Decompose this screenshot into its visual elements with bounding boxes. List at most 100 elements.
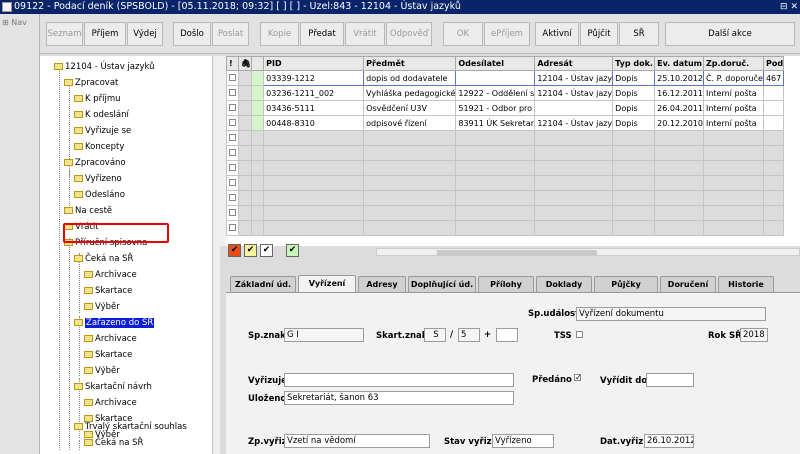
col-header-pid[interactable]: PID: [263, 56, 365, 71]
vratit-button[interactable]: Vrátit: [345, 22, 385, 46]
row-checkbox-cell[interactable]: [226, 145, 239, 161]
table-cell-pid[interactable]: [263, 160, 365, 176]
tree-root[interactable]: 12104 - Ústav jazyků: [54, 61, 155, 74]
flag-green-checkbox[interactable]: ✔: [286, 244, 299, 257]
dalsi-akce-button[interactable]: Další akce: [665, 22, 795, 46]
row-checkbox[interactable]: [229, 133, 236, 141]
table-cell-adresat[interactable]: [534, 100, 614, 116]
table-cell-pod[interactable]: [762, 85, 785, 101]
tree-item-skartace[interactable]: Skartace: [84, 285, 132, 298]
tab-adresy[interactable]: Adresy: [358, 276, 406, 292]
table-cell-zp-doruc[interactable]: [702, 145, 764, 161]
table-cell-predmet[interactable]: odpisové řízení: [363, 115, 457, 131]
col-header-ev-datum[interactable]: Ev. datum: [654, 56, 704, 71]
row-checkbox-cell[interactable]: [226, 130, 239, 146]
dat-vyriz-field[interactable]: 26.10.2012: [644, 434, 694, 448]
table-cell-odesilatel[interactable]: [455, 205, 536, 221]
table-row[interactable]: [226, 145, 785, 161]
vyridit-do-field[interactable]: [646, 373, 694, 387]
table-cell-pod[interactable]: [762, 175, 785, 191]
table-cell-adresat[interactable]: 12104 - Ústav jazy: [534, 85, 614, 101]
flag-yellow-checkbox[interactable]: ✔: [244, 244, 257, 257]
table-cell-odesilatel[interactable]: [455, 130, 536, 146]
row-checkbox-cell[interactable]: [226, 85, 239, 101]
table-cell-ev-datum[interactable]: 26.04.2011: [654, 100, 704, 116]
table-cell-typ[interactable]: [612, 175, 656, 191]
table-cell-odesilatel[interactable]: [455, 190, 536, 206]
ok-button[interactable]: OK: [443, 22, 483, 46]
table-cell-adresat[interactable]: [534, 190, 614, 206]
row-checkbox[interactable]: [229, 73, 236, 81]
row-checkbox-cell[interactable]: [226, 220, 239, 236]
table-cell-typ[interactable]: [612, 190, 656, 206]
col-header-adresat[interactable]: Adresát: [534, 56, 614, 71]
table-cell-predmet[interactable]: [363, 220, 457, 236]
table-cell-ev-datum[interactable]: [654, 220, 704, 236]
table-row[interactable]: 00448-8310 odpisové řízení 83911 ÚK Sekret…: [226, 115, 785, 131]
rok-sr-field[interactable]: 2018: [740, 328, 768, 342]
row-checkbox-cell[interactable]: [226, 100, 239, 116]
table-cell-ev-datum[interactable]: [654, 205, 704, 221]
poslat-button[interactable]: Poslat: [212, 22, 249, 46]
table-cell-zp-doruc[interactable]: Č. P. doporuče: [702, 70, 764, 86]
skart-znak-field[interactable]: S: [424, 328, 446, 342]
skart-lhuta-field[interactable]: 5: [458, 328, 480, 342]
predat-button[interactable]: Předat: [300, 22, 344, 46]
col-header-zp-doruc[interactable]: Zp.doruč.: [702, 56, 764, 71]
table-cell-odesilatel[interactable]: [455, 70, 536, 86]
table-cell-predmet[interactable]: [363, 160, 457, 176]
table-cell-predmet[interactable]: Osvědčení U3V: [363, 100, 457, 116]
tab-prilohy[interactable]: Přílohy: [478, 276, 534, 292]
table-cell-pod[interactable]: [762, 100, 785, 116]
nav-toggle[interactable]: ⊞ Nav: [2, 18, 27, 27]
tree-item-k-prijmu[interactable]: K příjmu: [74, 93, 121, 106]
table-cell-typ[interactable]: [612, 145, 656, 161]
vydej-button[interactable]: Výdej: [127, 22, 163, 46]
row-checkbox[interactable]: [229, 193, 236, 201]
table-cell-adresat[interactable]: [534, 160, 614, 176]
grid-vertical-scrollbar[interactable]: [218, 56, 226, 246]
table-row[interactable]: 03236-1211_002 Vyhláška pedagogické 12922 …: [226, 85, 785, 101]
table-cell-pod[interactable]: [762, 160, 785, 176]
seznam-button[interactable]: Seznam: [46, 22, 83, 46]
kopie-button[interactable]: Kopie: [260, 22, 299, 46]
table-cell-pid[interactable]: [263, 130, 365, 146]
tree-item-ceka-na-sr[interactable]: Čeká na SŘ: [74, 253, 133, 266]
tree-item-k-odeslani[interactable]: K odeslání: [74, 109, 129, 122]
col-header-typ[interactable]: Typ dok.: [612, 56, 656, 71]
table-cell-pid[interactable]: 03236-1211_002: [263, 85, 365, 101]
tab-pujcky[interactable]: Půjčky: [594, 276, 658, 292]
row-checkbox[interactable]: [229, 223, 236, 231]
tree-item-trvaly-skartacni-souhlas[interactable]: Trvalý skartační souhlas: [74, 421, 187, 434]
tree-item-odeslano[interactable]: Odesláno: [74, 189, 125, 202]
row-checkbox-cell[interactable]: [226, 175, 239, 191]
table-cell-ev-datum[interactable]: [654, 130, 704, 146]
table-cell-odesilatel[interactable]: [455, 145, 536, 161]
tab-doklady[interactable]: Doklady: [536, 276, 592, 292]
tree-item-archivace[interactable]: Archivace: [84, 333, 137, 346]
col-header-flag[interactable]: !: [226, 56, 239, 71]
table-row[interactable]: [226, 160, 785, 176]
col-header-predmet[interactable]: Předmět: [363, 56, 457, 71]
table-cell-odesilatel[interactable]: [455, 175, 536, 191]
scroll-thumb[interactable]: [437, 250, 597, 255]
table-cell-predmet[interactable]: Vyhláška pedagogické: [363, 85, 457, 101]
table-row[interactable]: [226, 175, 785, 191]
table-row[interactable]: 03436-5111 Osvědčení U3V 51921 - Odbor pro…: [226, 100, 785, 116]
tree-item-zarazeno-do-sr[interactable]: Zařazeno do SŘ: [74, 317, 155, 330]
table-cell-odesilatel[interactable]: 83911 ÚK Sekretar: [455, 115, 536, 131]
table-cell-ev-datum[interactable]: 25.10.2012: [654, 70, 704, 86]
tree-item-archivace[interactable]: Archivace: [84, 397, 137, 410]
row-checkbox-cell[interactable]: [226, 190, 239, 206]
table-cell-pid[interactable]: [263, 145, 365, 161]
table-cell-pod[interactable]: [762, 190, 785, 206]
tree-item-ceka-na-sr[interactable]: Čeká na SŘ: [84, 437, 143, 450]
table-cell-ev-datum[interactable]: [654, 175, 704, 191]
flag-red-checkbox[interactable]: ✔: [228, 244, 241, 257]
tss-checkbox[interactable]: [576, 331, 583, 338]
table-cell-zp-doruc[interactable]: Interní pošta: [702, 115, 764, 131]
row-checkbox-cell[interactable]: [226, 205, 239, 221]
table-cell-ev-datum[interactable]: [654, 160, 704, 176]
table-row[interactable]: [226, 190, 785, 206]
table-cell-typ[interactable]: Dopis: [612, 100, 656, 116]
